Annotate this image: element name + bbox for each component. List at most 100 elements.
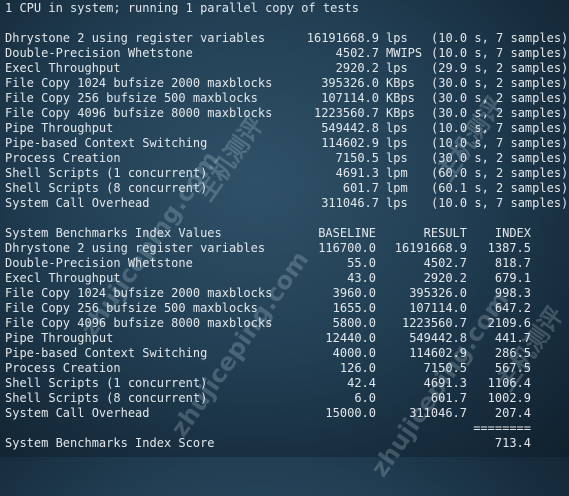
result-unit: lps	[386, 136, 408, 150]
result-name: Double-Precision Whetstone	[5, 46, 193, 60]
index-row-result: 1223560.7	[401, 316, 467, 330]
index-row-name: File Copy 4096 bufsize 8000 maxblocks	[5, 316, 273, 330]
index-row-index: 441.7	[494, 331, 531, 345]
index-row-baseline: 55.0	[347, 256, 376, 270]
baseline-header: BASELINE	[318, 226, 376, 240]
result-name: Shell Scripts (1 concurrent)	[5, 166, 208, 180]
index-row-index: 818.7	[494, 256, 531, 270]
index-row-baseline: 15000.0	[325, 406, 376, 420]
result-unit: lpm	[386, 166, 408, 180]
result-name: Process Creation	[5, 151, 121, 165]
index-row-index: 679.1	[494, 271, 531, 285]
index-header-line: System Benchmarks Index Values BASELINE …	[5, 226, 531, 241]
result-value: 4691.3	[335, 166, 379, 180]
result-samples: (10.0 s, 7 samples)	[431, 31, 569, 45]
result-samples: (10.0 s, 7 samples)	[431, 196, 569, 210]
index-row-result: 395326.0	[409, 286, 467, 300]
index-row-name: Shell Scripts (8 concurrent)	[5, 391, 208, 405]
result-name: File Copy 256 bufsize 500 maxblocks	[5, 91, 258, 105]
terminal-window: 1 CPU in system; running 1 parallel copy…	[0, 0, 569, 457]
cpu-header-line: 1 CPU in system; running 1 parallel copy…	[5, 1, 360, 15]
result-name: Shell Scripts (8 concurrent)	[5, 181, 208, 195]
result-samples: (30.0 s, 2 samples)	[431, 76, 569, 90]
result-samples: (30.0 s, 2 samples)	[431, 106, 569, 120]
result-value: 7150.5	[335, 151, 379, 165]
result-unit: lps	[386, 121, 408, 135]
result-name: File Copy 4096 bufsize 8000 maxblocks	[5, 106, 273, 120]
result-value: 16191668.9	[306, 31, 379, 45]
result-unit: MWIPS	[386, 46, 423, 60]
index-row-result: 311046.7	[409, 406, 467, 420]
result-samples: (60.0 s, 2 samples)	[431, 166, 569, 180]
result-samples: (10.0 s, 7 samples)	[431, 136, 569, 150]
separator-rule: ========	[473, 421, 531, 435]
result-name: Dhrystone 2 using register variables	[5, 31, 266, 45]
result-unit: lps	[386, 196, 408, 210]
index-score-label: System Benchmarks Index Score	[5, 436, 215, 450]
result-value: 2920.2	[335, 61, 379, 75]
index-row-name: Double-Precision Whetstone	[5, 256, 193, 270]
index-row-baseline: 42.4	[347, 376, 376, 390]
index-row-result: 549442.8	[409, 331, 467, 345]
result-samples: (60.1 s, 2 samples)	[431, 181, 569, 195]
result-value: 395326.0	[321, 76, 379, 90]
result-unit: KBps	[386, 106, 415, 120]
index-row-name: Pipe Throughput	[5, 331, 114, 345]
index-row-index: 2109.6	[487, 316, 531, 330]
index-row-name: File Copy 1024 bufsize 2000 maxblocks	[5, 286, 273, 300]
index-row-result: 7150.5	[423, 361, 467, 375]
result-value: 311046.7	[321, 196, 379, 210]
index-score-line: System Benchmarks Index Score 713.4	[5, 436, 531, 451]
index-row-baseline: 116700.0	[318, 241, 376, 255]
index-row-result: 114602.9	[409, 346, 467, 360]
result-samples: (30.0 s, 2 samples)	[431, 151, 569, 165]
result-value: 1223560.7	[313, 106, 379, 120]
result-name: System Call Overhead	[5, 196, 150, 210]
index-row-name: Shell Scripts (1 concurrent)	[5, 376, 208, 390]
index-row-index: 207.4	[494, 406, 531, 420]
result-name: File Copy 1024 bufsize 2000 maxblocks	[5, 76, 273, 90]
result-value: 114602.9	[321, 136, 379, 150]
index-row-index: 1002.9	[487, 391, 531, 405]
index-row-index: 567.5	[494, 361, 531, 375]
index-row-index: 647.2	[494, 301, 531, 315]
index-col-header: INDEX	[494, 226, 531, 240]
result-samples: (10.0 s, 7 samples)	[431, 46, 569, 60]
result-value: 107114.0	[321, 91, 379, 105]
index-row-baseline: 5800.0	[332, 316, 376, 330]
result-unit: lps	[386, 61, 408, 75]
index-row-name: System Call Overhead	[5, 406, 150, 420]
index-row-result: 107114.0	[409, 301, 467, 315]
result-name: Pipe-based Context Switching	[5, 136, 208, 150]
index-row-baseline: 12440.0	[325, 331, 376, 345]
index-row-baseline: 1655.0	[332, 301, 376, 315]
index-row-result: 601.7	[430, 391, 467, 405]
index-row-name: File Copy 256 bufsize 500 maxblocks	[5, 301, 258, 315]
result-unit: lps	[386, 151, 408, 165]
result-name: Pipe Throughput	[5, 121, 114, 135]
index-row-baseline: 4000.0	[332, 346, 376, 360]
index-row-name: Dhrystone 2 using register variables	[5, 241, 266, 255]
index-row-result: 4502.7	[423, 256, 467, 270]
index-row-name: Pipe-based Context Switching	[5, 346, 208, 360]
index-row-result: 4691.3	[423, 376, 467, 390]
index-row-baseline: 3960.0	[332, 286, 376, 300]
result-header: RESULT	[423, 226, 467, 240]
result-unit: KBps	[386, 76, 415, 90]
separator-line: ========	[5, 421, 531, 436]
index-row-index: 1106.4	[487, 376, 531, 390]
index-row-name: Execl Throughput	[5, 271, 121, 285]
result-samples: (30.0 s, 2 samples)	[431, 91, 569, 105]
result-value: 4502.7	[335, 46, 379, 60]
result-samples: (10.0 s, 7 samples)	[431, 121, 569, 135]
index-row-baseline: 6.0	[354, 391, 376, 405]
index-score-value: 713.4	[494, 436, 531, 450]
index-row-index: 286.5	[494, 346, 531, 360]
result-unit: lpm	[386, 181, 408, 195]
result-unit: KBps	[386, 91, 415, 105]
index-row-name: Process Creation	[5, 361, 121, 375]
result-value: 549442.8	[321, 121, 379, 135]
index-row-baseline: 126.0	[339, 361, 376, 375]
index-row-result: 16191668.9	[394, 241, 467, 255]
result-name: Execl Throughput	[5, 61, 121, 75]
